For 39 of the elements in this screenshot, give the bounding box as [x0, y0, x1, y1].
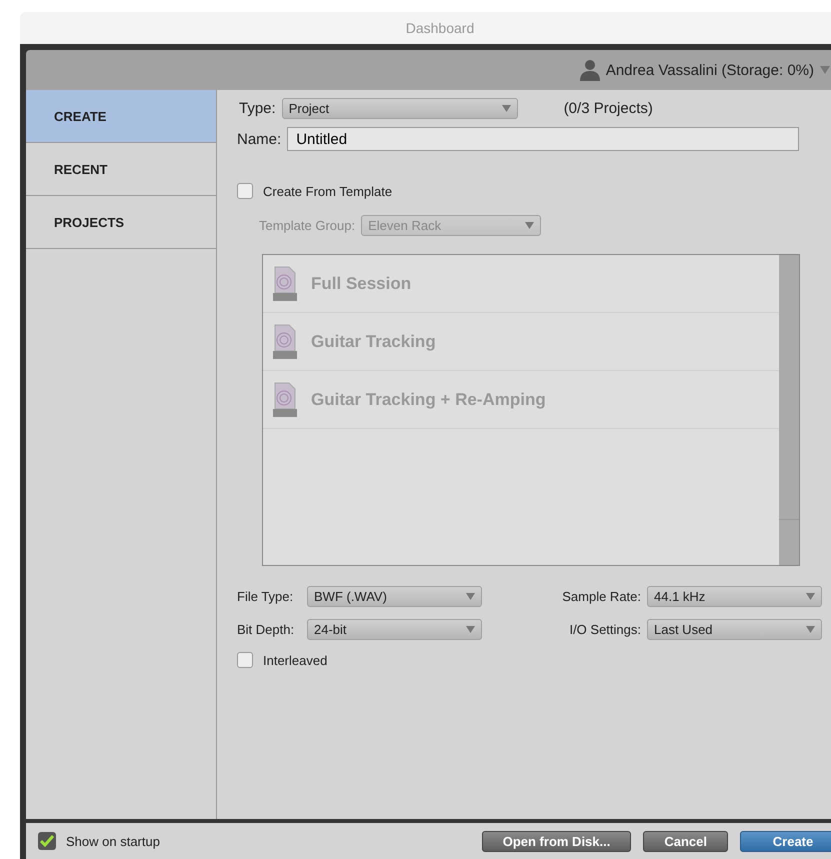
dialog-button[interactable]: Open from Disk...	[482, 830, 632, 852]
name-field[interactable]: Untitled	[287, 127, 800, 151]
field-label: Template Group:	[259, 218, 356, 233]
template-file-icon	[273, 264, 297, 302]
sidebar-tab[interactable]: RECENT	[26, 143, 216, 196]
caret-icon	[806, 593, 815, 600]
dropdown[interactable]: BWF (.WAV)	[307, 586, 482, 607]
checkbox[interactable]	[38, 832, 56, 850]
field-label: File Type:	[237, 589, 294, 604]
checkbox[interactable]	[237, 183, 253, 199]
account-name[interactable]: Andrea Vassalini (Storage: 0%)	[606, 62, 814, 78]
checkbox-label: Show on startup	[66, 834, 160, 848]
project-count: (0/3 Projects)	[564, 100, 653, 117]
caret-icon	[502, 105, 511, 112]
caret-icon	[525, 222, 534, 229]
dropdown[interactable]: 24-bit	[307, 619, 482, 640]
template-file-icon	[273, 322, 297, 360]
checkbox-label: Interleaved	[263, 652, 328, 668]
caret-icon	[466, 593, 475, 600]
dialog-button[interactable]: Create	[740, 830, 831, 852]
sidebar-tab[interactable]: CREATE	[26, 90, 216, 143]
user-icon	[580, 59, 600, 81]
field-label: Name:	[237, 130, 282, 148]
checkbox[interactable]	[237, 652, 253, 668]
field-label: Bit Depth:	[237, 622, 296, 637]
caret-icon	[466, 626, 475, 633]
field-label: Type:	[239, 100, 276, 117]
dropdown[interactable]: Project	[282, 98, 518, 119]
window-title: Dashboard	[406, 20, 474, 36]
caret-icon[interactable]	[820, 66, 830, 74]
field-label: I/O Settings:	[569, 622, 641, 637]
dialog-button[interactable]: Cancel	[643, 830, 728, 852]
checkbox-label: Create From Template	[263, 184, 392, 198]
template-file-icon	[273, 380, 297, 418]
caret-icon	[806, 626, 815, 633]
field-label: Sample Rate:	[562, 589, 641, 604]
sidebar-tab[interactable]: PROJECTS	[26, 196, 216, 249]
dropdown[interactable]: 44.1 kHz	[647, 586, 822, 607]
dropdown[interactable]: Last Used	[647, 619, 822, 640]
